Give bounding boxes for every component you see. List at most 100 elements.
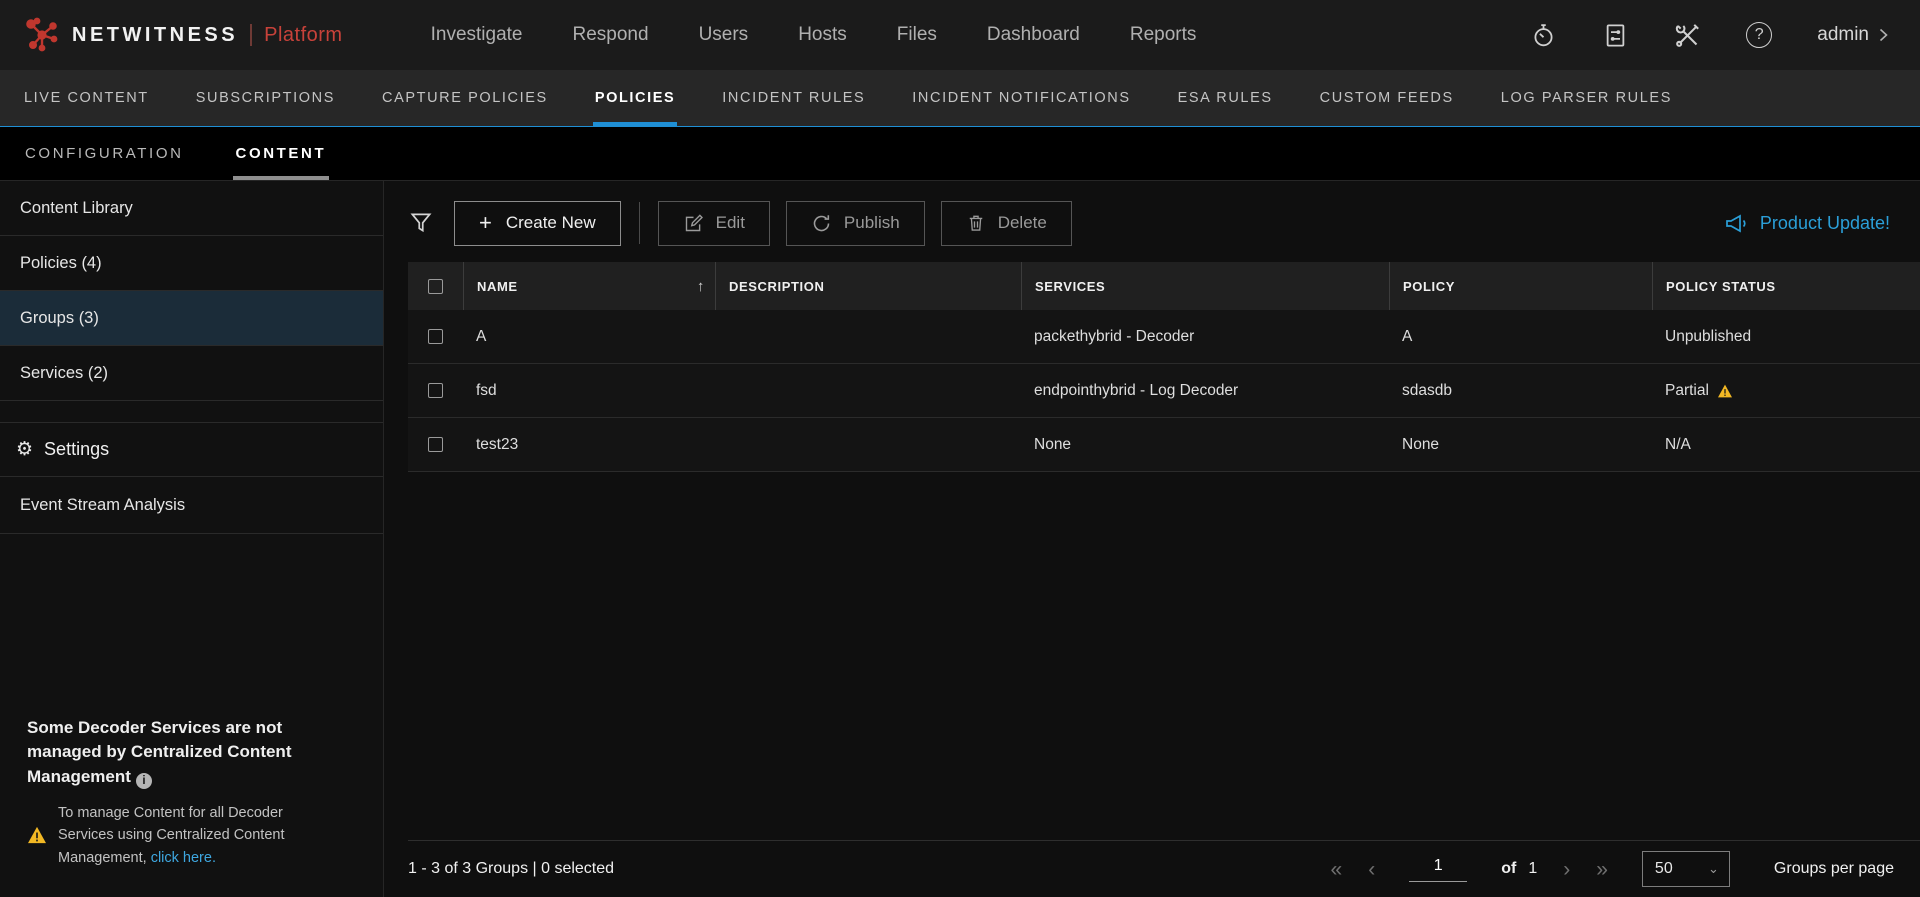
product-update-link[interactable]: Product Update! bbox=[1724, 211, 1890, 235]
sort-asc-icon[interactable]: ↑ bbox=[697, 278, 705, 295]
menu-item-reports[interactable]: Reports bbox=[1130, 24, 1197, 46]
cell-policy: None bbox=[1389, 436, 1652, 454]
per-page-label: Groups per page bbox=[1774, 860, 1894, 878]
column-header-services[interactable]: SERVICES bbox=[1021, 262, 1389, 310]
column-header-description[interactable]: DESCRIPTION bbox=[715, 262, 1021, 310]
table-row[interactable]: A packethybrid - Decoder A Unpublished bbox=[408, 310, 1920, 364]
notice-title: Some Decoder Services are not managed by… bbox=[27, 716, 359, 790]
cell-services: None bbox=[1021, 436, 1389, 454]
publish-refresh-icon bbox=[811, 213, 832, 234]
partial-warning-icon bbox=[1717, 384, 1733, 398]
plus-icon: + bbox=[479, 212, 492, 234]
content-area: Content Library Policies (4) Groups (3) … bbox=[0, 181, 1920, 897]
netwitness-brand[interactable]: NETWITNESS Platform bbox=[24, 17, 343, 53]
jobs-stopwatch-icon[interactable] bbox=[1529, 21, 1557, 49]
table-footer: 1 - 3 of 3 Groups | 0 selected « ‹ 1 of … bbox=[408, 840, 1920, 897]
sidebar-spacer bbox=[0, 534, 383, 716]
row-checkbox[interactable] bbox=[428, 437, 443, 452]
last-page-icon[interactable]: » bbox=[1596, 859, 1608, 880]
menu-item-files[interactable]: Files bbox=[897, 24, 937, 46]
create-new-button[interactable]: + Create New bbox=[454, 201, 621, 246]
brand-name: NETWITNESS bbox=[72, 24, 238, 47]
user-menu[interactable]: admin bbox=[1817, 24, 1890, 46]
settings-label: Settings bbox=[44, 439, 109, 460]
column-header-policy-status[interactable]: POLICY STATUS bbox=[1652, 262, 1920, 310]
menu-item-hosts[interactable]: Hosts bbox=[798, 24, 847, 46]
sidebar-section-gap bbox=[0, 401, 383, 423]
page-number-input[interactable]: 1 bbox=[1409, 857, 1467, 882]
pagination: « ‹ 1 of 1 › » 50 ⌄ Groups per page bbox=[1331, 851, 1894, 887]
tab-incident-rules[interactable]: INCIDENT RULES bbox=[720, 70, 867, 126]
tab-custom-feeds[interactable]: CUSTOM FEEDS bbox=[1318, 70, 1456, 126]
decoder-notice: Some Decoder Services are not managed by… bbox=[0, 716, 383, 897]
subtab-content[interactable]: CONTENT bbox=[233, 127, 330, 180]
cell-policy-status: N/A bbox=[1652, 436, 1920, 454]
sidebar-item-policies[interactable]: Policies (4) bbox=[0, 236, 383, 291]
admin-tools-icon[interactable] bbox=[1673, 21, 1701, 49]
table-row[interactable]: test23 None None N/A bbox=[408, 418, 1920, 472]
edit-pencil-icon bbox=[683, 213, 704, 234]
sidebar-item-content-library[interactable]: Content Library bbox=[0, 181, 383, 236]
chevron-right-icon bbox=[1877, 27, 1890, 43]
tab-log-parser-rules[interactable]: LOG PARSER RULES bbox=[1499, 70, 1674, 126]
help-icon[interactable]: ? bbox=[1745, 21, 1773, 49]
column-header-policy[interactable]: POLICY bbox=[1389, 262, 1652, 310]
sidebar-item-services[interactable]: Services (2) bbox=[0, 346, 383, 401]
info-icon[interactable]: i bbox=[136, 773, 152, 789]
select-all-checkbox-cell bbox=[408, 262, 463, 310]
settings-panel-icon[interactable] bbox=[1601, 21, 1629, 49]
notice-warning-row: To manage Content for all Decoder Servic… bbox=[27, 802, 359, 869]
tab-subscriptions[interactable]: SUBSCRIPTIONS bbox=[194, 70, 337, 126]
delete-button[interactable]: Delete bbox=[941, 201, 1072, 246]
tab-incident-notifications[interactable]: INCIDENT NOTIFICATIONS bbox=[910, 70, 1132, 126]
menu-item-users[interactable]: Users bbox=[699, 24, 749, 46]
publish-button[interactable]: Publish bbox=[786, 201, 925, 246]
sidebar: Content Library Policies (4) Groups (3) … bbox=[0, 181, 384, 897]
filter-funnel-icon[interactable] bbox=[408, 208, 438, 238]
cell-services: packethybrid - Decoder bbox=[1021, 328, 1389, 346]
toolbar: + Create New Edit bbox=[408, 200, 1890, 246]
next-page-icon[interactable]: › bbox=[1563, 859, 1570, 880]
cell-services: endpointhybrid - Log Decoder bbox=[1021, 382, 1389, 400]
question-mark-icon: ? bbox=[1746, 22, 1772, 48]
results-summary: 1 - 3 of 3 Groups | 0 selected bbox=[408, 860, 614, 878]
click-here-link[interactable]: click here. bbox=[151, 850, 216, 866]
primary-menu: Investigate Respond Users Hosts Files Da… bbox=[431, 24, 1197, 46]
tab-esa-rules[interactable]: ESA RULES bbox=[1176, 70, 1275, 126]
column-header-name[interactable]: NAME ↑ bbox=[463, 262, 715, 310]
menu-item-dashboard[interactable]: Dashboard bbox=[987, 24, 1080, 46]
tab-policies[interactable]: POLICIES bbox=[593, 70, 677, 126]
total-pages: 1 bbox=[1528, 860, 1537, 878]
tab-capture-policies[interactable]: CAPTURE POLICIES bbox=[380, 70, 550, 126]
notice-body: To manage Content for all Decoder Servic… bbox=[58, 802, 330, 869]
toolbar-divider bbox=[639, 202, 640, 244]
section-tabbar: CONFIGURATION CONTENT bbox=[0, 127, 1920, 181]
tab-live-content[interactable]: LIVE CONTENT bbox=[22, 70, 151, 126]
row-checkbox[interactable] bbox=[428, 383, 443, 398]
topnav-actions: ? admin bbox=[1529, 21, 1890, 49]
sidebar-item-groups[interactable]: Groups (3) bbox=[0, 291, 383, 346]
page-size-select[interactable]: 50 ⌄ bbox=[1642, 851, 1730, 887]
subtab-configuration[interactable]: CONFIGURATION bbox=[22, 127, 187, 180]
menu-item-respond[interactable]: Respond bbox=[573, 24, 649, 46]
groups-table: NAME ↑ DESCRIPTION SERVICES POLICY POLIC… bbox=[408, 262, 1920, 840]
sidebar-settings-header[interactable]: ⚙ Settings bbox=[0, 423, 383, 477]
app-root: NETWITNESS Platform Investigate Respond … bbox=[0, 0, 1920, 897]
first-page-icon[interactable]: « bbox=[1331, 859, 1343, 880]
cell-policy-status: Partial bbox=[1652, 382, 1920, 400]
cell-policy: sdasdb bbox=[1389, 382, 1652, 400]
menu-item-investigate[interactable]: Investigate bbox=[431, 24, 523, 46]
previous-page-icon[interactable]: ‹ bbox=[1368, 859, 1375, 880]
edit-button[interactable]: Edit bbox=[658, 201, 770, 246]
row-checkbox[interactable] bbox=[428, 329, 443, 344]
select-all-checkbox[interactable] bbox=[428, 279, 443, 294]
sidebar-item-event-stream-analysis[interactable]: Event Stream Analysis bbox=[0, 477, 383, 534]
table-row[interactable]: fsd endpointhybrid - Log Decoder sdasdb … bbox=[408, 364, 1920, 418]
main-panel: + Create New Edit bbox=[384, 181, 1920, 897]
table-header-row: NAME ↑ DESCRIPTION SERVICES POLICY POLIC… bbox=[408, 262, 1920, 310]
cell-name: A bbox=[463, 328, 715, 346]
cell-policy-status: Unpublished bbox=[1652, 328, 1920, 346]
username: admin bbox=[1817, 24, 1869, 46]
brand-divider bbox=[250, 24, 252, 46]
warning-triangle-icon bbox=[27, 826, 47, 844]
